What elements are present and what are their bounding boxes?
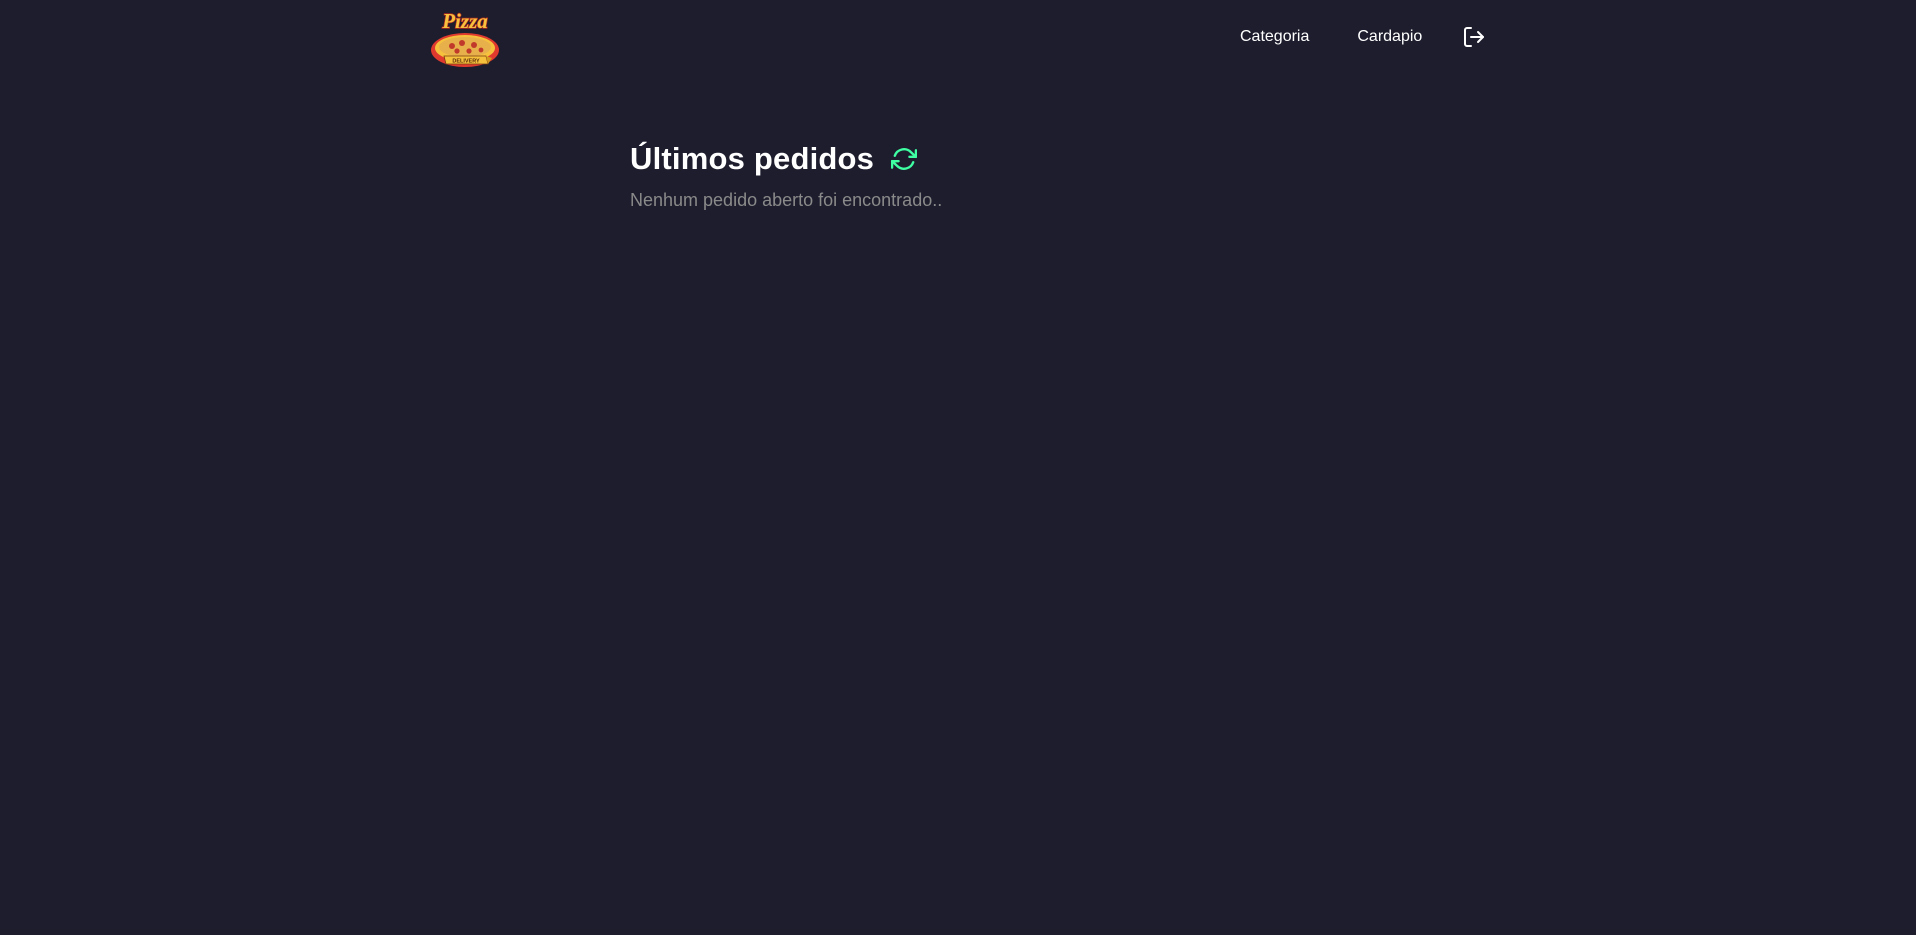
empty-orders-message: Nenhum pedido aberto foi encontrado.. — [630, 190, 943, 210]
orders-section: Últimos pedidos Nenhum pedido aberto foi… — [630, 138, 942, 211]
logout-icon — [1464, 26, 1485, 47]
page-title: Últimos pedidos — [630, 141, 875, 176]
logo-ribbon-text: DELIVERY — [452, 59, 480, 65]
logo-title-text: Pizza — [441, 9, 488, 33]
refresh-icon — [891, 148, 918, 170]
nav-link-cardapio[interactable]: Cardapio — [1357, 28, 1422, 46]
refresh-button[interactable] — [890, 145, 918, 173]
orders-title-row: Últimos pedidos — [630, 138, 942, 180]
pizza-delivery-logo[interactable]: DELIVERY Pizza — [428, 6, 502, 70]
header: DELIVERY Pizza Categoria Cardapio — [0, 0, 1916, 74]
logo-graphic: DELIVERY Pizza — [431, 8, 499, 67]
logout-button[interactable] — [1462, 25, 1486, 49]
nav-link-categoria[interactable]: Categoria — [1240, 28, 1309, 46]
top-nav: Categoria Cardapio — [1240, 0, 1486, 74]
